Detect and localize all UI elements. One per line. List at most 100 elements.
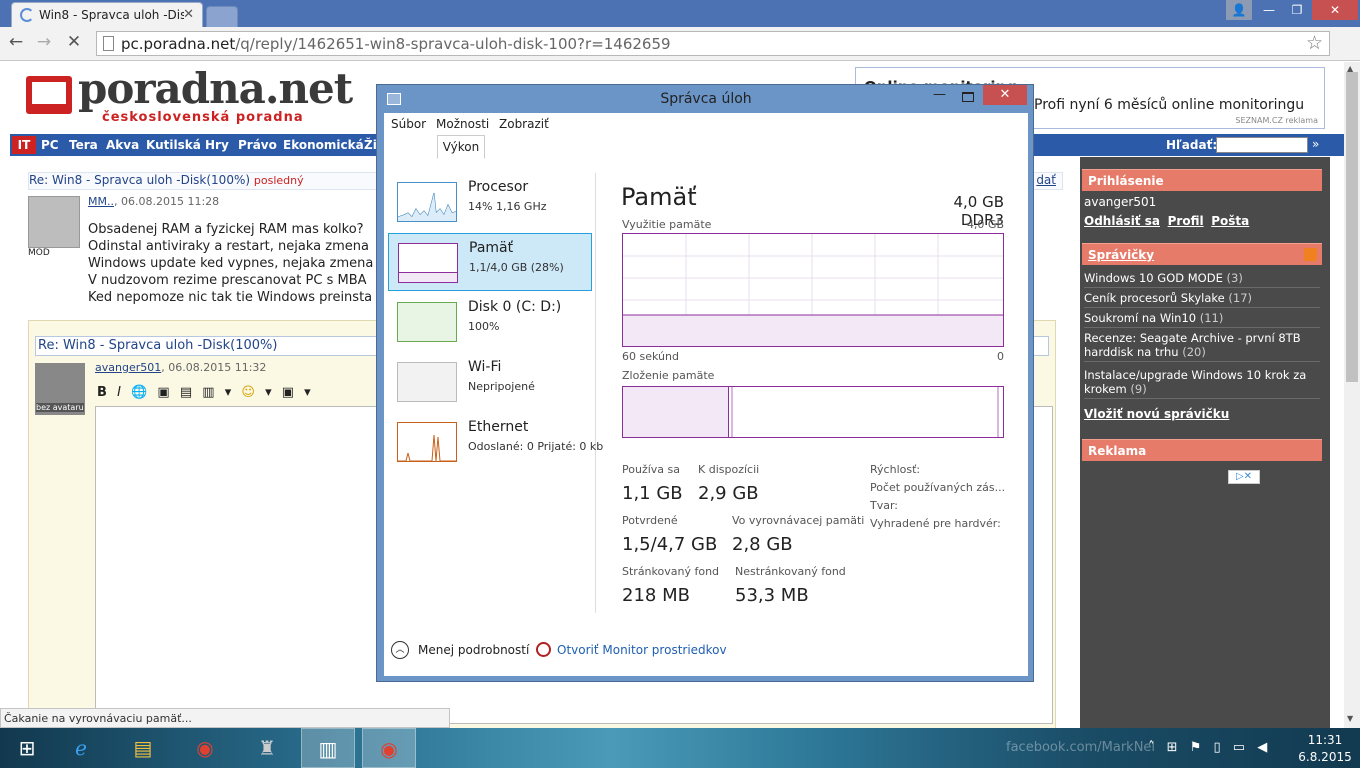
list-dropdown-icon[interactable]: ▾ xyxy=(225,385,232,400)
resource-ethernet[interactable]: Ethernet Odoslané: 0 Prijaté: 0 kb xyxy=(388,413,603,471)
maximize-button[interactable] xyxy=(962,92,974,102)
quote-icon[interactable]: ▤ xyxy=(180,385,192,400)
post-line: V nudzovom rezime prescanovat PC s MBA xyxy=(88,273,367,288)
nav-item-it[interactable]: IT xyxy=(12,136,36,154)
news-item[interactable]: Recenze: Seagate Archive - první 8TB har… xyxy=(1084,329,1320,362)
show-hidden-icons[interactable]: ˄ xyxy=(1148,740,1155,755)
chrome-icon[interactable]: ◉ xyxy=(178,728,232,768)
nav-item-ekonomicka[interactable]: Ekonomická xyxy=(283,138,364,152)
user-icon[interactable]: 👤 xyxy=(1226,0,1252,20)
smiley-icon[interactable]: ☺ xyxy=(241,385,255,400)
image-icon[interactable]: ▣ xyxy=(157,385,169,400)
stop-icon[interactable]: ✕ xyxy=(62,32,86,52)
wifi-thumbnail xyxy=(397,362,457,402)
close-button[interactable]: ✕ xyxy=(1312,0,1358,20)
news-item[interactable]: Instalace/upgrade Windows 10 krok za kro… xyxy=(1084,366,1320,399)
stat-value: 53,3 MB xyxy=(735,585,809,606)
projector-icon[interactable]: ▭ xyxy=(1233,740,1245,755)
new-tab-button[interactable] xyxy=(206,6,238,27)
rss-icon[interactable] xyxy=(1304,248,1317,261)
resource-disk[interactable]: Disk 0 (C: D:) 100% xyxy=(388,293,592,351)
detail-heading: Pamäť xyxy=(621,183,697,211)
fewer-details-button[interactable]: Menej podrobností xyxy=(418,643,529,657)
avatar[interactable] xyxy=(28,196,80,248)
bold-button[interactable]: B xyxy=(97,385,107,400)
task-manager-icon xyxy=(387,93,401,105)
news-item[interactable]: Windows 10 GOD MODE (3) xyxy=(1084,269,1320,288)
scroll-down-icon[interactable]: ▼ xyxy=(1347,714,1353,723)
italic-button[interactable]: I xyxy=(117,385,121,400)
site-logo[interactable]: poradna.net xyxy=(78,64,353,113)
open-resource-monitor-link[interactable]: Otvoriť Monitor prostriedkov xyxy=(557,643,727,657)
resource-cpu[interactable]: Procesor 14% 1,16 GHz xyxy=(388,173,592,231)
file-explorer-icon[interactable]: ▤ xyxy=(116,728,170,768)
box-icon[interactable]: ▣ xyxy=(282,385,294,400)
close-button[interactable]: ✕ xyxy=(983,85,1027,105)
graph-zero-label: 0 xyxy=(997,350,1004,363)
start-button[interactable]: ⊞ xyxy=(0,728,54,768)
nav-item-zi[interactable]: Ži xyxy=(364,138,377,152)
search-input[interactable] xyxy=(1216,137,1308,153)
tab-performance[interactable]: Výkon xyxy=(437,135,485,159)
site-tagline: československá poradna xyxy=(102,110,304,125)
mod-badge: MOD xyxy=(28,248,50,258)
post-action-link[interactable]: dať xyxy=(1036,173,1056,187)
news-item[interactable]: Soukromí na Win10 (11) xyxy=(1084,309,1320,328)
windows-flag-icon[interactable]: ⊞ xyxy=(1167,740,1178,755)
smiley-dropdown-icon[interactable]: ▾ xyxy=(265,385,272,400)
mail-link[interactable]: Pošta xyxy=(1211,214,1249,228)
browser-tab[interactable]: Win8 - Spravca uloh -Disk ✕ xyxy=(11,2,203,27)
page-scrollbar[interactable]: ▲ ▼ xyxy=(1344,62,1360,728)
profile-link[interactable]: Profil xyxy=(1168,214,1204,228)
nav-item-hry[interactable]: Hry xyxy=(205,138,229,152)
clock-date[interactable]: 6.8.2015 xyxy=(1296,750,1354,764)
resource-wifi[interactable]: Wi-Fi Nepripojené xyxy=(388,353,592,411)
tab-close-icon[interactable]: ✕ xyxy=(183,7,194,22)
logout-link[interactable]: Odhlásiť sa xyxy=(1084,214,1160,228)
world-of-tanks-icon[interactable]: ♜ xyxy=(240,728,294,768)
post-author-link[interactable]: MM.. xyxy=(88,195,114,208)
menu-view[interactable]: Zobraziť xyxy=(499,117,549,131)
minimize-button[interactable]: — xyxy=(1256,0,1282,20)
add-news-link[interactable]: Vložiť novú správičku xyxy=(1084,407,1229,421)
chevron-up-icon[interactable]: ︿ xyxy=(391,641,409,659)
menu-file[interactable]: Súbor xyxy=(391,117,426,131)
chrome-active-icon[interactable]: ◉ xyxy=(362,728,416,768)
minimize-button[interactable]: — xyxy=(933,87,946,102)
composition-label: Zloženie pamäte xyxy=(622,369,715,382)
task-manager-taskbar-icon[interactable]: ▥ xyxy=(301,728,355,768)
news-item[interactable]: Ceník procesorů Skylake (17) xyxy=(1084,289,1320,308)
search-go-button[interactable]: » xyxy=(1312,137,1319,151)
action-center-icon[interactable]: ⚑ xyxy=(1190,740,1202,755)
nav-item-akva[interactable]: Akva xyxy=(106,138,139,152)
reply-author-link[interactable]: avanger501 xyxy=(95,361,161,374)
system-tray: ˄ ⊞ ⚑ ▯ ▭ ◀ xyxy=(1148,740,1275,755)
clock-time[interactable]: 11:31 xyxy=(1300,733,1350,747)
search-label: Hľadať: xyxy=(1166,138,1218,152)
nav-item-kutilska[interactable]: Kutilská xyxy=(146,138,201,152)
back-icon[interactable]: ← xyxy=(4,32,28,52)
nav-item-tera[interactable]: Tera xyxy=(69,138,98,152)
list-icon[interactable]: ▥ xyxy=(202,385,214,400)
network-icon[interactable]: ▯ xyxy=(1213,740,1220,755)
post-title-link[interactable]: Re: Win8 - Spravca uloh -Disk(100%) xyxy=(29,173,250,187)
nav-item-pravo[interactable]: Právo xyxy=(238,138,277,152)
menu-options[interactable]: Možnosti xyxy=(436,117,489,131)
maximize-button[interactable]: ❐ xyxy=(1284,0,1310,20)
box-dropdown-icon[interactable]: ▾ xyxy=(304,385,311,400)
link-icon[interactable]: 🌐 xyxy=(131,385,147,400)
resource-monitor-icon[interactable] xyxy=(536,642,551,657)
bookmark-star-icon[interactable]: ☆ xyxy=(1306,32,1323,54)
news-header-link[interactable]: Správičky xyxy=(1088,248,1154,262)
logo-laptop-icon[interactable] xyxy=(26,76,72,114)
url-text: pc.poradna.net/q/reply/1462651-win8-spra… xyxy=(121,35,671,53)
nav-item-pc[interactable]: PC xyxy=(41,138,59,152)
composition-in-use xyxy=(623,387,729,437)
resource-memory[interactable]: Pamäť 1,1/4,0 GB (28%) xyxy=(388,233,592,291)
address-bar[interactable]: pc.poradna.net/q/reply/1462651-win8-spra… xyxy=(96,31,1330,56)
internet-explorer-icon[interactable]: ℯ xyxy=(54,728,108,768)
forward-icon[interactable]: → xyxy=(32,32,56,52)
volume-icon[interactable]: ◀ xyxy=(1257,740,1267,755)
scroll-thumb[interactable] xyxy=(1346,72,1358,382)
ad-choices-icon[interactable]: ▷✕ xyxy=(1228,470,1260,484)
